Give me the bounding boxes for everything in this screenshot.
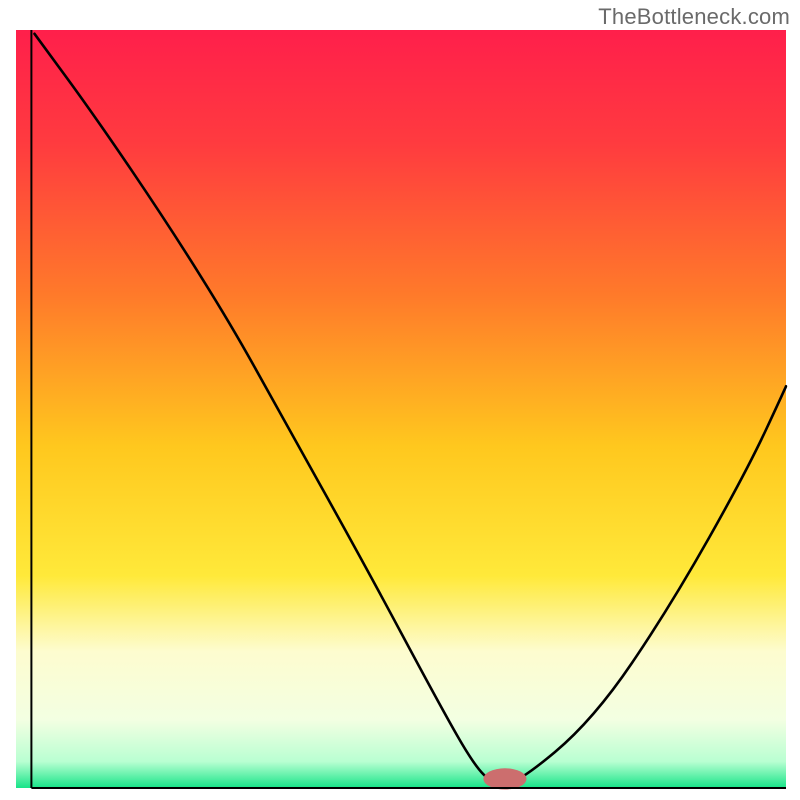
- optimal-marker: [483, 768, 526, 789]
- plot-background: [16, 30, 786, 788]
- bottleneck-chart: [0, 0, 800, 800]
- chart-container: TheBottleneck.com: [0, 0, 800, 800]
